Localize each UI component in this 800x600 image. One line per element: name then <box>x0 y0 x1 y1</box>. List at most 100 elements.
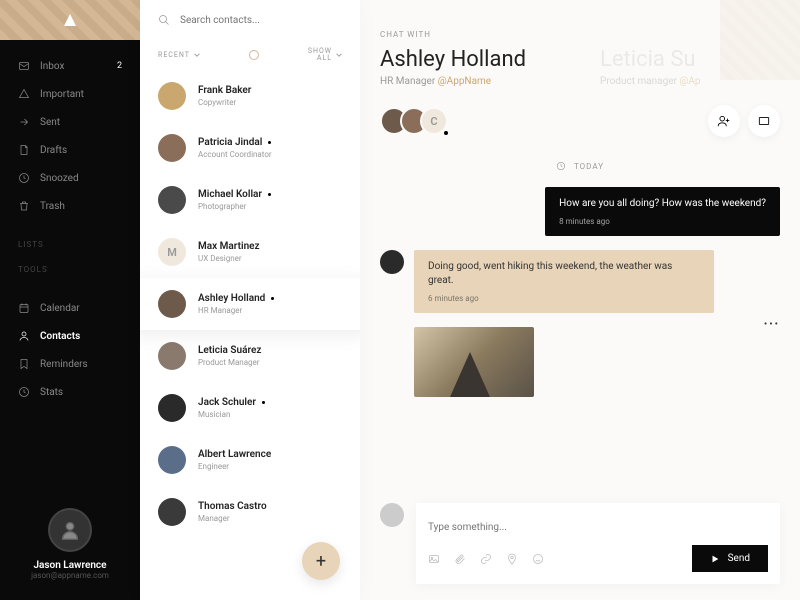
nav-inbox[interactable]: Inbox 2 <box>0 52 140 80</box>
emoji-icon[interactable] <box>532 553 544 565</box>
nav-label: Calendar <box>40 303 80 314</box>
unread-dot <box>262 401 265 404</box>
status-dot <box>444 131 448 135</box>
sent-icon <box>18 116 30 128</box>
contact-avatar: M <box>158 238 186 266</box>
chat-participants: C <box>360 107 800 151</box>
unread-dot <box>268 141 271 144</box>
contact-role: Engineer <box>198 462 342 471</box>
clock-icon <box>556 161 566 171</box>
app-logo <box>0 0 140 40</box>
filter-indicator <box>249 50 259 60</box>
user-profile[interactable]: Jason Lawrence jason@appname.com <box>0 488 140 600</box>
user-plus-icon <box>717 114 731 128</box>
contact-role: Musician <box>198 410 342 419</box>
contact-item[interactable]: Albert Lawrence Engineer <box>140 434 360 486</box>
chat-body: TODAY How are you all doing? How was the… <box>360 151 800 487</box>
inbox-icon <box>18 60 30 72</box>
expand-icon <box>757 114 771 128</box>
important-icon <box>18 88 30 100</box>
today-divider: TODAY <box>380 161 780 171</box>
chat-label: CHAT WITH <box>380 30 560 39</box>
calendar-icon <box>18 302 30 314</box>
nav-sent[interactable]: Sent <box>0 108 140 136</box>
expand-button[interactable] <box>748 105 780 137</box>
message-image[interactable] <box>414 327 534 397</box>
user-avatar <box>48 508 92 552</box>
reminders-icon <box>18 358 30 370</box>
pager-dots[interactable]: ••• <box>764 319 780 330</box>
add-contact-button[interactable]: + <box>302 542 340 580</box>
contact-name: Ashley Holland <box>198 293 342 304</box>
contact-item[interactable]: Ashley Holland HR Manager <box>140 278 360 330</box>
add-participant-button[interactable] <box>708 105 740 137</box>
composer-input[interactable] <box>428 522 768 533</box>
filter-showall[interactable]: SHOW ALL <box>308 48 342 62</box>
chat-role-primary: HR Manager @AppName <box>380 76 560 87</box>
user-name: Jason Lawrence <box>18 560 122 571</box>
contact-name: Albert Lawrence <box>198 449 342 460</box>
contact-item[interactable]: M Max Martinez UX Designer <box>140 226 360 278</box>
unread-dot <box>271 297 274 300</box>
chevron-down-icon <box>194 52 200 58</box>
message-outgoing: How are you all doing? How was the weeke… <box>380 187 780 236</box>
user-email: jason@appname.com <box>18 571 122 580</box>
contact-name: Thomas Castro <box>198 501 342 512</box>
contact-name: Patricia Jindal <box>198 137 342 148</box>
search-bar <box>140 0 360 40</box>
contact-item[interactable]: Thomas Castro Manager <box>140 486 360 538</box>
message-avatar <box>380 250 404 274</box>
nav-reminders[interactable]: Reminders <box>0 350 140 378</box>
contact-item[interactable]: Michael Kollar Photographer <box>140 174 360 226</box>
location-icon[interactable] <box>506 553 518 565</box>
search-input[interactable] <box>180 15 342 26</box>
contact-avatar <box>158 82 186 110</box>
contact-role: Account Coordinator <box>198 150 342 159</box>
send-button[interactable]: Send <box>692 545 768 572</box>
nav-drafts[interactable]: Drafts <box>0 136 140 164</box>
message-text: How are you all doing? How was the weeke… <box>559 197 766 211</box>
contact-item[interactable]: Jack Schuler Musician <box>140 382 360 434</box>
contact-avatar <box>158 446 186 474</box>
contacts-icon <box>18 330 30 342</box>
nav-label: Snoozed <box>40 173 79 184</box>
contact-item[interactable]: Leticia Suárez Product Manager <box>140 330 360 382</box>
contact-item[interactable]: Patricia Jindal Account Coordinator <box>140 122 360 174</box>
contact-avatar <box>158 394 186 422</box>
contact-name: Michael Kollar <box>198 189 342 200</box>
nav-important[interactable]: Important <box>0 80 140 108</box>
filter-bar: RECENT SHOW ALL <box>140 40 360 70</box>
contact-avatar <box>158 186 186 214</box>
attach-icon[interactable] <box>454 553 466 565</box>
nav-stats[interactable]: Stats <box>0 378 140 406</box>
nav-calendar[interactable]: Calendar <box>0 294 140 322</box>
play-icon <box>710 554 720 564</box>
image-icon[interactable] <box>428 553 440 565</box>
contacts-panel: RECENT SHOW ALL Frank Baker Copywriter P… <box>140 0 360 600</box>
nav-label: Reminders <box>40 359 88 370</box>
nav-snoozed[interactable]: Snoozed <box>0 164 140 192</box>
nav-contacts[interactable]: Contacts <box>0 322 140 350</box>
nav-label: Inbox <box>40 61 64 72</box>
filter-recent[interactable]: RECENT <box>158 51 200 59</box>
chat-header: CHAT WITH Ashley Holland HR Manager @App… <box>360 0 800 107</box>
nav-trash[interactable]: Trash <box>0 192 140 220</box>
chat-name-secondary: Leticia Su <box>600 47 780 72</box>
lists-header: LISTS <box>0 232 140 257</box>
nav-label: Trash <box>40 201 65 212</box>
stats-icon <box>18 386 30 398</box>
contact-item[interactable]: Frank Baker Copywriter <box>140 70 360 122</box>
contact-role: Manager <box>198 514 342 523</box>
chat-panel: CHAT WITH Ashley Holland HR Manager @App… <box>360 0 800 600</box>
drafts-icon <box>18 144 30 156</box>
message-time: 8 minutes ago <box>559 217 766 226</box>
contact-avatar <box>158 290 186 318</box>
contact-role: Copywriter <box>198 98 342 107</box>
link-icon[interactable] <box>480 553 492 565</box>
nav-label: Drafts <box>40 145 67 156</box>
contact-list: Frank Baker Copywriter Patricia Jindal A… <box>140 70 360 600</box>
contact-role: HR Manager <box>198 306 342 315</box>
composer-avatar <box>380 503 404 527</box>
chat-role-secondary: Product manager @Ap <box>600 76 780 87</box>
contact-avatar <box>158 498 186 526</box>
